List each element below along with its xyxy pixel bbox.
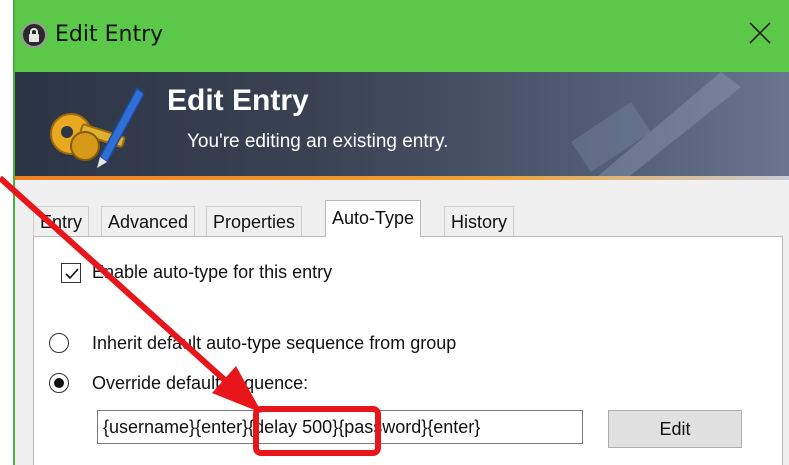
override-sequence-label[interactable]: Override default sequence: xyxy=(92,373,308,394)
banner-title: Edit Entry xyxy=(167,84,309,117)
enable-autotype-label[interactable]: Enable auto-type for this entry xyxy=(92,262,332,283)
close-button[interactable] xyxy=(743,14,779,54)
override-sequence-radio[interactable] xyxy=(49,373,69,393)
inherit-sequence-radio[interactable] xyxy=(49,333,69,353)
auto-type-panel: Enable auto-type for this entry Inherit … xyxy=(33,236,783,465)
annotation-highlight-box xyxy=(253,406,381,456)
watermark-icon xyxy=(571,72,741,180)
edit-sequence-button[interactable]: Edit xyxy=(608,410,742,448)
tab-properties[interactable]: Properties xyxy=(206,206,303,236)
dialog-body: Entry Advanced Properties Auto-Type Hist… xyxy=(15,180,789,465)
tab-entry[interactable]: Entry xyxy=(33,206,90,236)
tab-history[interactable]: History xyxy=(444,206,515,236)
tab-advanced[interactable]: Advanced xyxy=(101,206,196,236)
banner-subtitle: You're editing an existing entry. xyxy=(187,131,449,152)
edit-entry-window: Edit Entry Edit Entry You're editing an … xyxy=(13,0,789,465)
title-bar: Edit Entry xyxy=(15,0,789,72)
radio-selected-dot xyxy=(54,378,64,388)
window-title: Edit Entry xyxy=(55,22,164,47)
keepass-lock-icon xyxy=(21,22,47,48)
keys-pen-icon xyxy=(50,86,145,168)
inherit-sequence-label[interactable]: Inherit default auto-type sequence from … xyxy=(92,333,456,354)
enable-autotype-checkbox[interactable] xyxy=(61,263,81,283)
close-icon xyxy=(749,22,771,44)
tab-auto-type[interactable]: Auto-Type xyxy=(325,200,422,237)
header-banner: Edit Entry You're editing an existing en… xyxy=(15,72,789,180)
check-icon xyxy=(65,268,79,280)
